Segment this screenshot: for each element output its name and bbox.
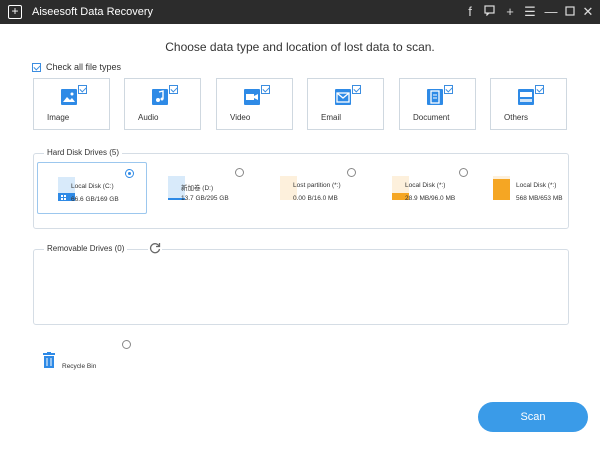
drive-name: Local Disk (C:) <box>71 183 114 190</box>
drive-radio[interactable] <box>235 168 244 177</box>
file-type-audio[interactable]: Audio <box>124 78 201 130</box>
file-type-email[interactable]: Email <box>307 78 384 130</box>
file-type-label: Email <box>321 113 342 122</box>
hard-drive-icon <box>493 176 510 200</box>
minimize-icon[interactable]: — <box>543 3 559 21</box>
file-type-label: Image <box>47 113 70 122</box>
file-type-others[interactable]: Others <box>490 78 567 130</box>
drive-size: 568 MB/653 MB <box>516 195 563 202</box>
title-bar: + Aiseesoft Data Recovery f + ☰ — ✕ <box>0 0 600 24</box>
others-icon <box>518 89 534 105</box>
drive-d[interactable]: 新加卷 (D:) 13.7 GB/295 GB <box>148 162 258 214</box>
app-logo-icon: + <box>8 5 22 19</box>
drive-radio[interactable] <box>459 168 468 177</box>
drive-name: Local Disk (*:) <box>516 182 557 189</box>
drive-name: Local Disk (*:) <box>405 182 446 189</box>
removable-label: Removable Drives (0) <box>44 244 128 253</box>
email-icon <box>335 89 351 105</box>
recycle-bin-radio[interactable] <box>122 340 131 349</box>
file-type-video[interactable]: Video <box>216 78 293 130</box>
recycle-bin-icon <box>43 352 55 368</box>
close-icon[interactable]: ✕ <box>580 3 596 21</box>
drive-radio[interactable] <box>347 168 356 177</box>
video-checkbox[interactable] <box>261 85 270 94</box>
recycle-bin-label: Recycle Bin <box>62 363 97 370</box>
check-all-label: Check all file types <box>46 62 122 72</box>
drive-size: 0.00 B/16.0 MB <box>293 195 338 202</box>
menu-icon[interactable]: ☰ <box>522 3 538 21</box>
others-checkbox[interactable] <box>535 85 544 94</box>
file-type-label: Others <box>504 113 529 122</box>
check-all-checkbox[interactable]: Check all file types <box>32 62 121 72</box>
file-type-document[interactable]: Document <box>399 78 476 130</box>
drive-c[interactable]: Local Disk (C:) 66.6 GB/169 GB <box>37 162 147 214</box>
email-checkbox[interactable] <box>352 85 361 94</box>
drive-local-2[interactable]: Local Disk (*:) 568 MB/653 MB <box>483 162 593 214</box>
video-icon <box>244 89 260 105</box>
drive-local-1[interactable]: Local Disk (*:) 28.9 MB/96.0 MB <box>372 162 482 214</box>
drive-size: 28.9 MB/96.0 MB <box>405 195 456 202</box>
drive-name: Lost partition (*:) <box>293 182 341 189</box>
audio-icon <box>152 89 168 105</box>
hard-disk-label: Hard Disk Drives (5) <box>44 148 123 157</box>
file-type-label: Document <box>413 113 450 122</box>
page-heading: Choose data type and location of lost da… <box>165 40 435 54</box>
removable-section <box>33 249 569 325</box>
scan-button[interactable]: Scan <box>478 402 588 432</box>
facebook-icon[interactable]: f <box>462 3 478 21</box>
audio-checkbox[interactable] <box>169 85 178 94</box>
drive-lost-partition[interactable]: Lost partition (*:) 0.00 B/16.0 MB <box>260 162 370 214</box>
drive-name: 新加卷 (D:) <box>181 185 214 192</box>
maximize-icon[interactable] <box>562 3 578 21</box>
file-type-label: Video <box>230 113 251 122</box>
drive-size: 66.6 GB/169 GB <box>71 196 119 203</box>
document-icon <box>427 89 443 105</box>
recycle-bin-item[interactable]: Recycle Bin <box>40 338 140 378</box>
image-icon <box>61 89 77 105</box>
checkbox-icon[interactable] <box>32 62 41 72</box>
window-title: Aiseesoft Data Recovery <box>32 6 154 18</box>
register-plus-icon[interactable]: + <box>502 3 518 21</box>
file-type-label: Audio <box>138 113 159 122</box>
document-checkbox[interactable] <box>444 85 453 94</box>
feedback-icon[interactable] <box>481 3 497 21</box>
drive-size: 13.7 GB/295 GB <box>181 195 229 202</box>
refresh-icon[interactable] <box>148 241 162 255</box>
file-type-image[interactable]: Image <box>33 78 110 130</box>
drive-radio[interactable] <box>125 169 134 178</box>
image-checkbox[interactable] <box>78 85 87 94</box>
